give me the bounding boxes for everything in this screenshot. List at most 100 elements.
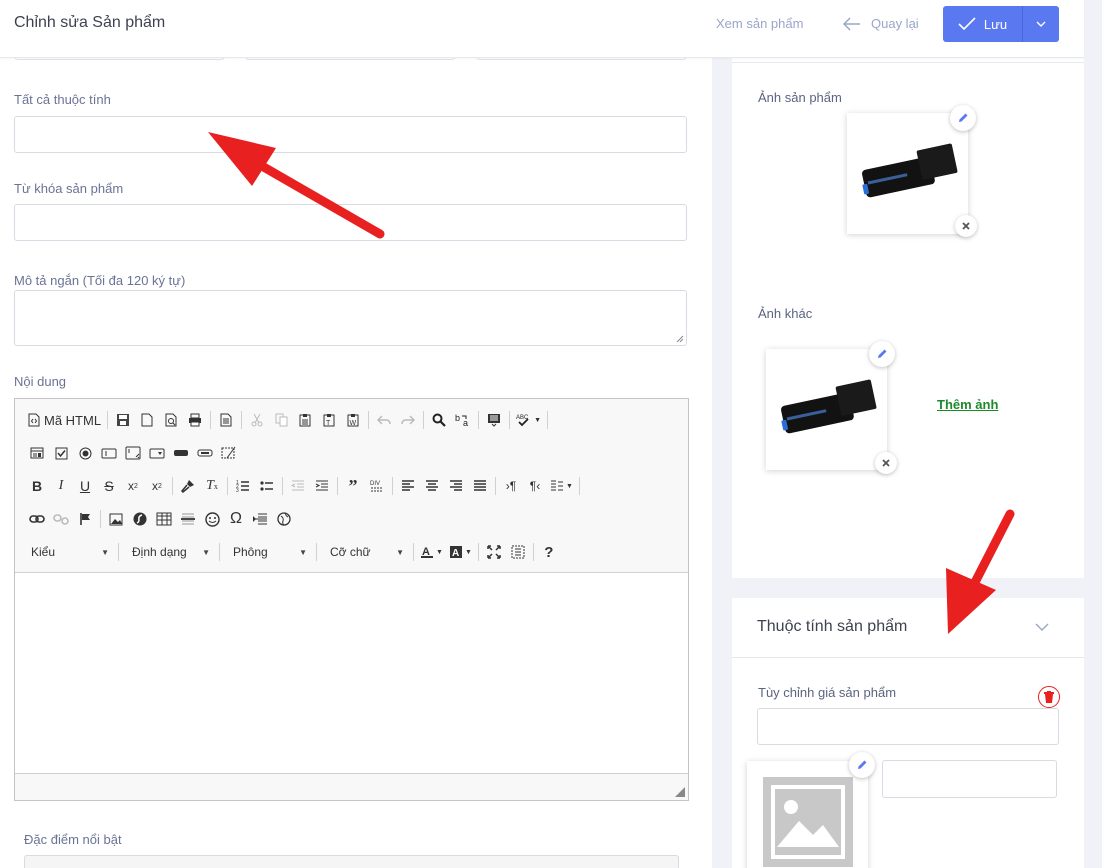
- bold-icon[interactable]: B: [25, 474, 49, 498]
- maximize-icon[interactable]: [482, 540, 506, 564]
- indent-icon[interactable]: [310, 474, 334, 498]
- toolbar-separator: [477, 543, 479, 561]
- align-center-icon[interactable]: [420, 474, 444, 498]
- short-description-textarea[interactable]: [14, 290, 687, 346]
- format-combo-label: Định dạng: [132, 545, 187, 559]
- product-image[interactable]: [847, 113, 968, 234]
- image-icon[interactable]: [104, 507, 128, 531]
- toolbar-separator: [392, 477, 393, 495]
- special-char-icon[interactable]: Ω: [224, 507, 248, 531]
- align-left-icon[interactable]: [396, 474, 420, 498]
- cut-icon[interactable]: [245, 408, 269, 432]
- subscript-icon[interactable]: x2: [121, 474, 145, 498]
- attribute-value-input[interactable]: [882, 760, 1057, 798]
- attribute-image-placeholder[interactable]: [747, 761, 868, 868]
- justify-icon[interactable]: [468, 474, 492, 498]
- button-icon[interactable]: [169, 441, 193, 465]
- find-icon[interactable]: [427, 408, 451, 432]
- save-button[interactable]: Lưu: [943, 6, 1023, 42]
- resize-grip-icon[interactable]: [676, 335, 684, 343]
- select-all-icon[interactable]: [482, 408, 506, 432]
- save-dropdown-toggle[interactable]: [1023, 6, 1059, 42]
- replace-icon[interactable]: ba: [451, 408, 475, 432]
- align-right-icon[interactable]: [444, 474, 468, 498]
- unlink-icon[interactable]: [49, 507, 73, 531]
- view-product-link[interactable]: Xem sản phẩm: [716, 16, 803, 31]
- language-icon[interactable]: ▼: [547, 474, 576, 498]
- edit-other-image-button[interactable]: [869, 341, 895, 367]
- link-icon[interactable]: [25, 507, 49, 531]
- preview-icon[interactable]: [159, 408, 183, 432]
- editor-content-area[interactable]: [15, 572, 688, 774]
- attributes-card-header[interactable]: Thuộc tính sản phẩm: [732, 598, 1084, 658]
- font-combo[interactable]: Phông ▼: [223, 541, 313, 563]
- edit-product-image-button[interactable]: [950, 105, 976, 131]
- copy-icon[interactable]: [269, 408, 293, 432]
- save-icon[interactable]: [111, 408, 135, 432]
- redo-icon[interactable]: [396, 408, 420, 432]
- help-icon[interactable]: ?: [537, 540, 561, 564]
- paste-icon[interactable]: [293, 408, 317, 432]
- strike-icon[interactable]: S: [97, 474, 121, 498]
- select-icon[interactable]: [145, 441, 169, 465]
- chevron-down-icon[interactable]: [1035, 623, 1049, 632]
- numbered-list-icon[interactable]: 123: [231, 474, 255, 498]
- text-color-icon[interactable]: A ▼: [417, 540, 446, 564]
- highlights-editor[interactable]: [24, 855, 679, 868]
- paste-word-icon[interactable]: W: [341, 408, 365, 432]
- form-icon[interactable]: [25, 441, 49, 465]
- show-blocks-icon[interactable]: [506, 540, 530, 564]
- blockquote-icon[interactable]: ”: [341, 474, 365, 498]
- hidden-field-icon[interactable]: [217, 441, 241, 465]
- custom-price-input[interactable]: [757, 708, 1059, 745]
- keywords-input[interactable]: [14, 204, 687, 241]
- horizontal-rule-icon[interactable]: [176, 507, 200, 531]
- ltr-icon[interactable]: ›¶: [499, 474, 523, 498]
- div-icon[interactable]: DIV: [365, 474, 389, 498]
- other-image[interactable]: [766, 349, 887, 470]
- delete-attribute-button[interactable]: [1038, 686, 1060, 708]
- font-size-combo-label: Cỡ chữ: [330, 545, 371, 559]
- radio-icon[interactable]: [73, 441, 97, 465]
- font-size-combo[interactable]: Cỡ chữ ▼: [320, 541, 410, 563]
- bulleted-list-icon[interactable]: [255, 474, 279, 498]
- table-icon[interactable]: [152, 507, 176, 531]
- editor-resize-icon[interactable]: [675, 787, 685, 797]
- smiley-icon[interactable]: [200, 507, 224, 531]
- italic-icon[interactable]: I: [49, 474, 73, 498]
- page-break-icon[interactable]: [248, 507, 272, 531]
- remove-product-image-button[interactable]: [955, 215, 977, 237]
- templates-icon[interactable]: [214, 408, 238, 432]
- format-combo[interactable]: Định dạng ▼: [122, 541, 216, 563]
- undo-icon[interactable]: [372, 408, 396, 432]
- back-link[interactable]: Quay lại: [843, 16, 919, 31]
- new-page-icon[interactable]: [135, 408, 159, 432]
- paste-text-icon[interactable]: T: [317, 408, 341, 432]
- anchor-icon[interactable]: [73, 507, 97, 531]
- add-image-link[interactable]: Thêm ảnh: [937, 397, 998, 412]
- image-button-icon[interactable]: [193, 441, 217, 465]
- checkbox-icon[interactable]: [49, 441, 73, 465]
- copy-format-icon[interactable]: [176, 474, 200, 498]
- superscript-icon[interactable]: x2: [145, 474, 169, 498]
- edit-attribute-image-button[interactable]: [849, 752, 875, 778]
- textarea-icon[interactable]: [121, 441, 145, 465]
- bg-color-icon[interactable]: A ▼: [446, 540, 475, 564]
- textfield-icon[interactable]: [97, 441, 121, 465]
- remove-format-icon[interactable]: Tx: [200, 474, 224, 498]
- print-icon[interactable]: [183, 408, 207, 432]
- all-attributes-input[interactable]: [14, 116, 687, 153]
- toolbar-separator: [495, 477, 496, 495]
- flash-icon[interactable]: [128, 507, 152, 531]
- outdent-icon[interactable]: [286, 474, 310, 498]
- close-icon: [882, 459, 890, 467]
- spellcheck-icon[interactable]: ABC ▼: [513, 408, 544, 432]
- styles-combo[interactable]: Kiểu ▼: [21, 541, 115, 563]
- toolbar-row-4: Ω: [25, 505, 296, 533]
- toolbar-separator: [241, 411, 243, 429]
- rtl-icon[interactable]: ¶‹: [523, 474, 547, 498]
- underline-icon[interactable]: U: [73, 474, 97, 498]
- iframe-icon[interactable]: [272, 507, 296, 531]
- source-button[interactable]: Mã HTML: [25, 408, 104, 432]
- remove-other-image-button[interactable]: [875, 452, 897, 474]
